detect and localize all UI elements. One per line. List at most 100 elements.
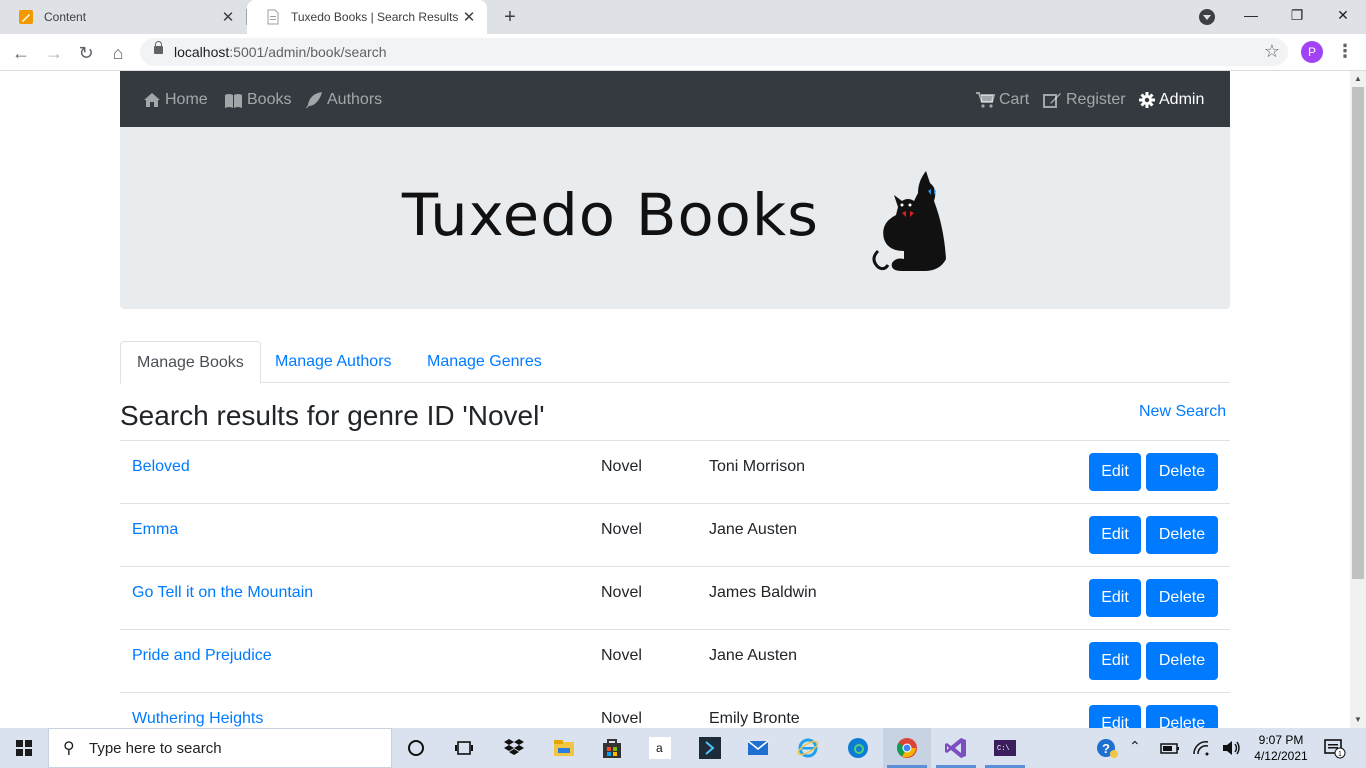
volume-icon[interactable] xyxy=(1220,736,1244,760)
book-title-link[interactable]: Beloved xyxy=(132,458,190,476)
mail-icon[interactable] xyxy=(746,736,770,760)
browser-toolbar: ← → ↻ ⌂ localhost:5001/admin/book/search… xyxy=(0,34,1366,71)
new-search-link[interactable]: New Search xyxy=(1139,403,1226,421)
new-tab-button[interactable]: + xyxy=(498,4,522,30)
wifi-icon[interactable] xyxy=(1190,736,1214,760)
edit-button[interactable]: Edit xyxy=(1089,642,1141,680)
gear-icon xyxy=(1139,92,1155,108)
bookmark-star-icon[interactable]: ☆ xyxy=(1264,41,1280,62)
tuxedo-cat-logo-icon xyxy=(872,171,946,271)
notifications-icon[interactable]: 1 xyxy=(1322,736,1346,760)
book-genre: Novel xyxy=(601,647,642,664)
minimize-button[interactable]: — xyxy=(1228,0,1274,32)
book-author: Jane Austen xyxy=(709,647,798,664)
book-genre: Novel xyxy=(601,584,642,601)
back-arrow-icon[interactable]: ← xyxy=(7,39,35,67)
edit-button[interactable]: Edit xyxy=(1089,579,1141,617)
tab-manage-authors[interactable]: Manage Authors xyxy=(259,341,408,383)
clock-time: 9:07 PM xyxy=(1258,733,1304,747)
delete-button[interactable]: Delete xyxy=(1146,579,1218,617)
home-icon xyxy=(144,93,160,107)
book-author: Toni Morrison xyxy=(709,458,806,475)
book-title-link[interactable]: Emma xyxy=(132,521,178,539)
url-text[interactable]: localhost:5001/admin/book/search xyxy=(174,44,386,60)
store-icon[interactable] xyxy=(600,736,624,760)
internet-explorer-icon[interactable] xyxy=(796,736,820,760)
battery-icon[interactable] xyxy=(1158,736,1182,760)
search-icon: ⚲ xyxy=(63,740,75,757)
help-tray-icon[interactable]: ? xyxy=(1095,736,1119,760)
reload-icon[interactable]: ↻ xyxy=(72,39,100,67)
scroll-thumb[interactable] xyxy=(1352,87,1364,579)
results-table: Beloved Novel Toni Morrison Edit Delete … xyxy=(120,440,1230,728)
browser-tab-strip: Content ✕ Tuxedo Books | Search Results … xyxy=(0,0,1366,34)
chrome-icon[interactable] xyxy=(895,736,919,760)
svg-text:1: 1 xyxy=(1338,751,1342,758)
forward-arrow-icon[interactable]: → xyxy=(40,39,68,67)
book-title-link[interactable]: Wuthering Heights xyxy=(132,710,263,728)
nav-admin[interactable]: Admin xyxy=(1139,89,1204,111)
dropbox-icon[interactable] xyxy=(502,736,526,760)
nav-home[interactable]: Home xyxy=(143,89,208,111)
page-scrollbar[interactable]: ▲ ▼ xyxy=(1350,71,1366,728)
scroll-down-arrow-icon[interactable]: ▼ xyxy=(1350,712,1366,728)
tab-manage-books[interactable]: Manage Books xyxy=(120,341,261,384)
profile-avatar[interactable]: P xyxy=(1301,41,1323,63)
tab-title: Content xyxy=(44,10,87,24)
cart-icon xyxy=(976,92,995,108)
edit-button[interactable]: Edit xyxy=(1089,705,1141,728)
edit-button[interactable]: Edit xyxy=(1089,453,1141,491)
cortana-icon[interactable] xyxy=(404,736,428,760)
lock-icon[interactable] xyxy=(154,41,163,54)
browser-tab-content[interactable]: Content ✕ xyxy=(0,0,246,34)
book-genre: Novel xyxy=(601,521,642,538)
scroll-up-arrow-icon[interactable]: ▲ xyxy=(1350,71,1366,87)
powershell-app-icon[interactable] xyxy=(698,736,722,760)
nav-register[interactable]: Register xyxy=(1043,89,1126,111)
windows-start-icon[interactable] xyxy=(0,728,48,768)
close-tab-icon[interactable]: ✕ xyxy=(218,8,238,26)
taskbar-clock[interactable]: 9:07 PM 4/12/2021 xyxy=(1250,732,1312,764)
browser-menu-icon[interactable]: ⋮ xyxy=(1336,40,1354,64)
page-title: Search results for genre ID 'Novel' xyxy=(120,400,545,431)
taskbar-search-box[interactable]: ⚲ Type here to search xyxy=(48,728,392,768)
address-bar[interactable]: localhost:5001/admin/book/search ☆ xyxy=(140,38,1288,66)
terminal-icon[interactable]: C:\ xyxy=(993,736,1017,760)
windows-taskbar: ⚲ Type here to search a C:\ ? ⌃ 9:07 PM … xyxy=(0,728,1366,768)
edit-button[interactable]: Edit xyxy=(1089,516,1141,554)
visual-studio-icon[interactable] xyxy=(944,736,968,760)
book-genre: Novel xyxy=(601,458,642,475)
tab-title: Tuxedo Books | Search Results xyxy=(291,10,459,24)
delete-button[interactable]: Delete xyxy=(1146,705,1218,728)
browser-tab-search-results[interactable]: Tuxedo Books | Search Results ✕ xyxy=(247,0,487,34)
amazon-icon[interactable]: a xyxy=(648,736,672,760)
close-tab-icon[interactable]: ✕ xyxy=(459,8,479,26)
table-row: Pride and Prejudice Novel Jane Austen Ed… xyxy=(120,629,1230,692)
restore-button[interactable]: ❐ xyxy=(1274,0,1320,32)
close-window-button[interactable]: ✕ xyxy=(1320,0,1366,32)
book-title-link[interactable]: Go Tell it on the Mountain xyxy=(132,584,313,602)
task-view-icon[interactable] xyxy=(452,736,476,760)
tab-manage-genres[interactable]: Manage Genres xyxy=(411,341,558,383)
book-author: Jane Austen xyxy=(709,521,798,538)
book-icon xyxy=(225,93,242,108)
home-button-icon[interactable]: ⌂ xyxy=(104,39,132,67)
book-genre: Novel xyxy=(601,710,642,727)
pencil-note-icon xyxy=(19,10,33,24)
nav-cart[interactable]: Cart xyxy=(976,89,1029,111)
tab-search-dropdown-icon[interactable] xyxy=(1199,9,1215,25)
edge-icon[interactable] xyxy=(846,736,870,760)
delete-button[interactable]: Delete xyxy=(1146,516,1218,554)
book-title-link[interactable]: Pride and Prejudice xyxy=(132,647,272,665)
book-author: James Baldwin xyxy=(709,584,817,601)
nav-books[interactable]: Books xyxy=(224,89,291,111)
table-row: Wuthering Heights Novel Emily Bronte Edi… xyxy=(120,692,1230,728)
logo-text: Tuxedo Books xyxy=(401,181,820,249)
file-explorer-icon[interactable] xyxy=(552,736,576,760)
delete-button[interactable]: Delete xyxy=(1146,642,1218,680)
taskbar-search-placeholder: Type here to search xyxy=(89,740,222,757)
page-viewport: Home Books Authors Cart Register Admin T… xyxy=(0,71,1350,728)
chevron-up-icon[interactable]: ⌃ xyxy=(1129,738,1141,755)
nav-authors[interactable]: Authors xyxy=(306,89,382,111)
delete-button[interactable]: Delete xyxy=(1146,453,1218,491)
